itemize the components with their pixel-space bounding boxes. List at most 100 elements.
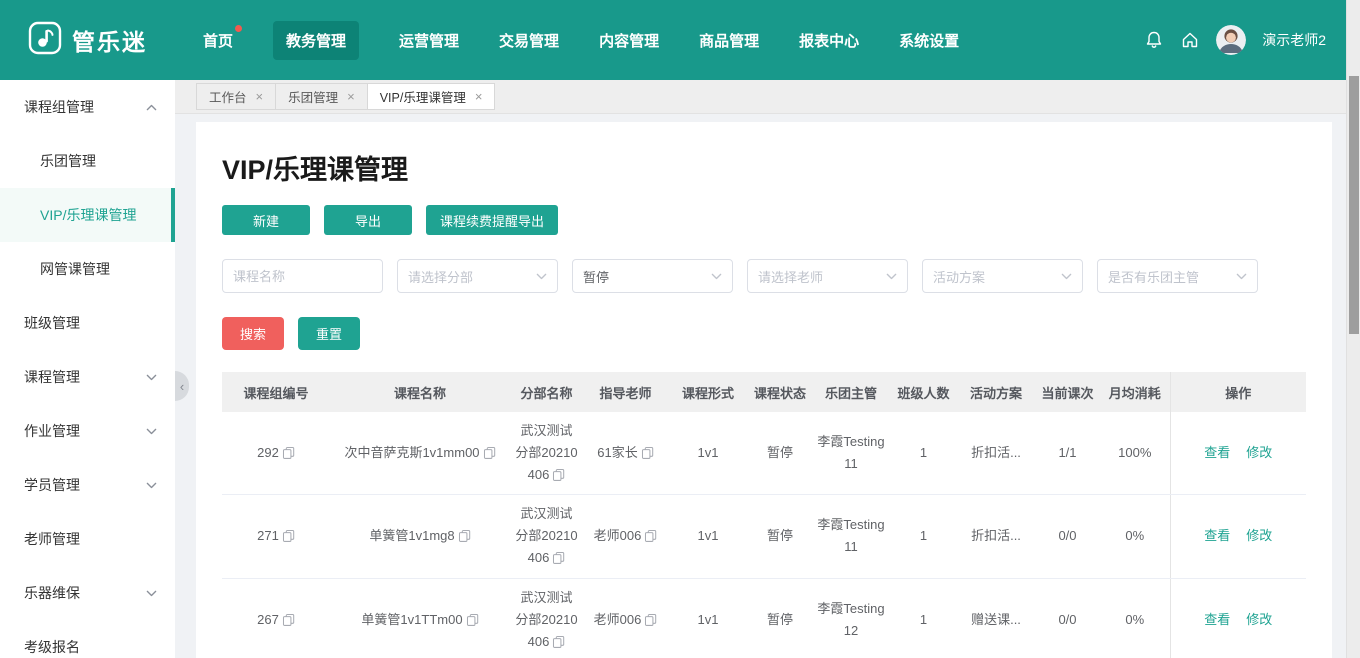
scrollbar-thumb[interactable]: [1349, 76, 1359, 334]
nav-item-goods-mgmt[interactable]: 商品管理: [699, 30, 759, 51]
copy-icon[interactable]: [644, 529, 657, 542]
course-form: 1v1: [668, 578, 748, 658]
tab-workbench[interactable]: 工作台 ×: [196, 83, 277, 110]
plan-select[interactable]: 活动方案: [922, 259, 1083, 293]
sidebar-item-orchestra-mgmt[interactable]: 乐团管理: [0, 134, 175, 188]
course-status: 暂停: [748, 412, 812, 496]
sidebar-item-online-course-mgmt[interactable]: 网管课管理: [0, 242, 175, 296]
copy-icon[interactable]: [282, 613, 295, 626]
table-header-actions: 操作: [1169, 372, 1306, 412]
orchestra-leader: 李霞Testing11: [812, 494, 890, 579]
brand-logo[interactable]: 管乐迷: [28, 21, 147, 60]
tab-vip-theory-course-mgmt[interactable]: VIP/乐理课管理 ×: [366, 83, 496, 110]
sidebar-item-course-mgmt[interactable]: 课程管理: [0, 350, 175, 404]
copy-icon[interactable]: [641, 446, 654, 459]
copy-icon[interactable]: [458, 529, 471, 542]
brand-name: 管乐迷: [72, 29, 147, 55]
table-header: 活动方案: [957, 372, 1035, 412]
copy-icon[interactable]: [552, 635, 565, 648]
table-header: 班级人数: [890, 372, 957, 412]
table-header: 指导老师: [583, 372, 668, 412]
table-header: 月均消耗: [1100, 372, 1170, 412]
course-form: 1v1: [668, 412, 748, 496]
teacher-name: 老师006: [593, 528, 642, 544]
copy-icon[interactable]: [644, 613, 657, 626]
branch-select[interactable]: 请选择分部: [397, 259, 558, 293]
brand-logo-icon: [28, 21, 62, 60]
export-button[interactable]: 导出: [324, 205, 412, 235]
leader-select[interactable]: 是否有乐团主管: [1097, 259, 1258, 293]
sidebar-item-instrument-maintenance[interactable]: 乐器维保: [0, 566, 175, 620]
nav-item-academic-mgmt[interactable]: 教务管理: [273, 20, 360, 60]
view-link[interactable]: 查看: [1204, 612, 1230, 627]
tab-orchestra-mgmt[interactable]: 乐团管理 ×: [275, 83, 368, 110]
nav-item-home[interactable]: 首页: [203, 24, 243, 51]
close-icon[interactable]: ×: [475, 90, 483, 103]
chevron-down-icon: [146, 374, 157, 381]
search-button[interactable]: 搜索: [222, 317, 284, 350]
sidebar-item-grading-signup[interactable]: 考级报名: [0, 620, 175, 658]
copy-icon[interactable]: [282, 529, 295, 542]
table-header: 课程名称: [330, 372, 510, 412]
nav-item-trade-mgmt[interactable]: 交易管理: [499, 30, 559, 51]
activity-plan: 折扣活...: [957, 494, 1035, 579]
top-navbar: 管乐迷 首页 教务管理 运营管理 交易管理 内容管理 商品管理 报表中心 系统设…: [0, 0, 1346, 80]
vertical-scrollbar[interactable]: [1346, 0, 1360, 658]
view-link[interactable]: 查看: [1204, 445, 1230, 460]
sidebar-item-student-mgmt[interactable]: 学员管理: [0, 458, 175, 512]
home-icon[interactable]: [1180, 30, 1200, 50]
class-size: 1: [890, 412, 957, 496]
course-table: 课程组编号 课程名称 分部名称 指导老师 课程形式 课程状态 乐团主管 班级人数…: [222, 372, 1306, 658]
class-size: 1: [890, 494, 957, 579]
edit-link[interactable]: 修改: [1246, 528, 1272, 543]
nav-item-system-settings[interactable]: 系统设置: [899, 30, 959, 51]
chevron-down-icon: [1236, 273, 1247, 280]
edit-link[interactable]: 修改: [1246, 612, 1272, 627]
sidebar-item-course-group-mgmt[interactable]: 课程组管理: [0, 80, 175, 134]
chevron-down-icon: [886, 273, 897, 280]
avatar[interactable]: [1216, 25, 1247, 55]
nav-item-report-center[interactable]: 报表中心: [799, 30, 859, 51]
main-nav: 首页 教务管理 运营管理 交易管理 内容管理 商品管理 报表中心 系统设置: [203, 20, 959, 60]
teacher-select[interactable]: 请选择老师: [747, 259, 908, 293]
chevron-down-icon: [146, 590, 157, 597]
sidebar-item-homework-mgmt[interactable]: 作业管理: [0, 404, 175, 458]
main-content: VIP/乐理课管理 新建 导出 课程续费提醒导出 请选择分部 暂停 请选择老师: [175, 114, 1346, 658]
view-link[interactable]: 查看: [1204, 528, 1230, 543]
course-name-input[interactable]: [222, 259, 383, 293]
create-button[interactable]: 新建: [222, 205, 310, 235]
close-icon[interactable]: ×: [256, 90, 264, 103]
status-select[interactable]: 暂停: [572, 259, 733, 293]
orchestra-leader: 李霞Testing12: [812, 578, 890, 658]
table-row: 271 单簧管1v1mg8 武汉测试分部20210406 老师006 1v1 暂…: [222, 494, 1306, 579]
copy-icon[interactable]: [483, 446, 496, 459]
current-session: 0/0: [1035, 494, 1100, 579]
notification-dot: [235, 24, 243, 32]
nav-item-content-mgmt[interactable]: 内容管理: [599, 30, 659, 51]
bell-icon[interactable]: [1144, 30, 1164, 50]
edit-link[interactable]: 修改: [1246, 445, 1272, 460]
sidebar-item-class-mgmt[interactable]: 班级管理: [0, 296, 175, 350]
table-row: 292 次中音萨克斯1v1mm00 武汉测试分部20210406 61家长 1v…: [222, 412, 1306, 496]
copy-icon[interactable]: [552, 468, 565, 481]
close-icon[interactable]: ×: [347, 90, 355, 103]
tab-bar: 工作台 × 乐团管理 × VIP/乐理课管理 ×: [175, 80, 1346, 114]
renewal-export-button[interactable]: 课程续费提醒导出: [426, 205, 559, 235]
sidebar-item-teacher-mgmt[interactable]: 老师管理: [0, 512, 175, 566]
sidebar-item-vip-theory-course-mgmt[interactable]: VIP/乐理课管理: [0, 188, 175, 242]
copy-icon[interactable]: [552, 551, 565, 564]
copy-icon[interactable]: [466, 613, 479, 626]
course-status: 暂停: [748, 494, 812, 579]
chevron-down-icon: [146, 482, 157, 489]
course-name: 单簧管1v1mg8: [369, 528, 455, 544]
nav-item-operation-mgmt[interactable]: 运营管理: [399, 30, 459, 51]
table-header: 当前课次: [1035, 372, 1100, 412]
reset-button[interactable]: 重置: [298, 317, 360, 350]
course-group-id: 292: [257, 445, 279, 461]
user-name[interactable]: 演示老师2: [1262, 30, 1326, 50]
branch-name: 武汉测试分部20210406: [515, 423, 578, 483]
course-name: 单簧管1v1TTm00: [361, 611, 463, 627]
copy-icon[interactable]: [282, 446, 295, 459]
course-status: 暂停: [748, 578, 812, 658]
page-title: VIP/乐理课管理: [222, 155, 409, 185]
